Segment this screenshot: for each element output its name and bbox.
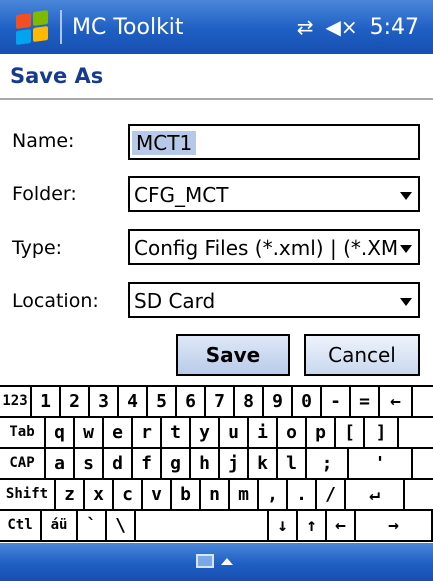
status-area: ⇄ ◀× 5:47 (297, 0, 419, 54)
location-value: SD Card (134, 289, 216, 313)
key[interactable]: q (46, 418, 75, 447)
key[interactable]: 0 (293, 387, 322, 416)
folder-dropdown[interactable]: CFG_MCT (128, 176, 420, 212)
key[interactable]: / (317, 480, 346, 509)
key[interactable]: 1 (32, 387, 61, 416)
folder-label: Folder: (12, 183, 77, 205)
key[interactable]: n (201, 480, 230, 509)
key[interactable]: i (249, 418, 278, 447)
key[interactable]: ' (349, 449, 413, 478)
key[interactable]: 4 (119, 387, 148, 416)
connectivity-icon[interactable]: ⇄ (297, 15, 314, 39)
key[interactable]: ] (365, 418, 399, 447)
input-panel-toggle-icon[interactable] (221, 558, 233, 565)
key[interactable]: 7 (206, 387, 235, 416)
key[interactable]: ` (78, 511, 107, 540)
key[interactable]: 5 (148, 387, 177, 416)
chevron-down-icon (400, 245, 412, 253)
key-up-arrow[interactable]: ↑ (298, 511, 327, 540)
key[interactable]: = (351, 387, 380, 416)
key[interactable]: o (278, 418, 307, 447)
key[interactable]: r (133, 418, 162, 447)
key[interactable]: y (191, 418, 220, 447)
location-label: Location: (12, 290, 99, 312)
key[interactable]: g (162, 449, 191, 478)
key[interactable]: p (307, 418, 336, 447)
keyboard-row: 123 1 2 3 4 5 6 7 8 9 0- = ← (0, 387, 433, 418)
key[interactable]: [ (336, 418, 365, 447)
key[interactable]: 6 (177, 387, 206, 416)
key-right-arrow[interactable]: → (356, 511, 433, 540)
key[interactable]: h (191, 449, 220, 478)
key[interactable]: s (75, 449, 104, 478)
keyboard-icon[interactable] (196, 554, 214, 568)
key[interactable]: u (220, 418, 249, 447)
cancel-button[interactable]: Cancel (304, 334, 420, 376)
key[interactable]: . (288, 480, 317, 509)
key[interactable]: b (172, 480, 201, 509)
key[interactable]: 2 (61, 387, 90, 416)
key[interactable]: , (259, 480, 288, 509)
key-enter[interactable]: ↵ (346, 480, 405, 509)
keyboard-row: Ctl áü ` \ ↓ ↑ ← → (0, 511, 433, 542)
keyboard-row: Shift z x c v b n m,. / ↵ (0, 480, 433, 511)
key[interactable]: x (85, 480, 114, 509)
menu-bar (0, 543, 433, 581)
type-dropdown[interactable]: Config Files (*.xml) | (*.XM (128, 229, 420, 265)
key[interactable]: w (75, 418, 104, 447)
app-title: MC Toolkit (72, 14, 184, 40)
key[interactable]: d (104, 449, 133, 478)
key-space[interactable] (136, 511, 269, 540)
save-button[interactable]: Save (176, 334, 290, 376)
key[interactable]: z (56, 480, 85, 509)
name-label: Name: (12, 130, 75, 152)
key-shift[interactable]: Shift (0, 480, 56, 509)
key[interactable]: e (104, 418, 133, 447)
key-ctrl[interactable]: Ctl (0, 511, 42, 540)
name-field[interactable]: MCT1 (128, 124, 420, 160)
key-tab[interactable]: Tab (0, 418, 46, 447)
title-bar: MC Toolkit ⇄ ◀× 5:47 (0, 0, 433, 54)
key[interactable]: m (230, 480, 259, 509)
type-value: Config Files (*.xml) | (*.XM (134, 236, 399, 260)
key[interactable]: t (162, 418, 191, 447)
key[interactable]: l (278, 449, 307, 478)
key[interactable]: - (322, 387, 351, 416)
keyboard-row: Tab q w e r t y u i o p[] (0, 418, 433, 449)
chevron-down-icon (400, 192, 412, 200)
key[interactable]: f (133, 449, 162, 478)
key[interactable]: v (143, 480, 172, 509)
key-123[interactable]: 123 (0, 387, 32, 416)
soft-keyboard: 123 1 2 3 4 5 6 7 8 9 0- = ← Tab q w e r t y u i o p[] CAP a s d f g h… (0, 385, 433, 542)
key-backspace[interactable]: ← (380, 387, 413, 416)
key[interactable]: ; (307, 449, 349, 478)
key[interactable]: a (46, 449, 75, 478)
key[interactable]: k (249, 449, 278, 478)
location-dropdown[interactable]: SD Card (128, 282, 420, 318)
key-caps[interactable]: CAP (0, 449, 46, 478)
chevron-down-icon (400, 298, 412, 306)
type-label: Type: (12, 237, 63, 259)
name-value: MCT1 (132, 131, 197, 155)
key[interactable]: j (220, 449, 249, 478)
title-separator (60, 10, 62, 44)
key-accents[interactable]: áü (42, 511, 78, 540)
windows-start-icon[interactable] (12, 7, 52, 47)
keyboard-row: CAP a s d f g h j k l; ' (0, 449, 433, 480)
key[interactable]: 3 (90, 387, 119, 416)
volume-muted-icon[interactable]: ◀× (325, 15, 357, 39)
clock[interactable]: 5:47 (370, 15, 419, 40)
key-down-arrow[interactable]: ↓ (269, 511, 298, 540)
key[interactable]: c (114, 480, 143, 509)
key[interactable]: \ (107, 511, 136, 540)
key-left-arrow[interactable]: ← (327, 511, 356, 540)
page-title: Save As (0, 54, 433, 100)
key[interactable]: 8 (235, 387, 264, 416)
key[interactable]: 9 (264, 387, 293, 416)
folder-value: CFG_MCT (134, 183, 229, 207)
